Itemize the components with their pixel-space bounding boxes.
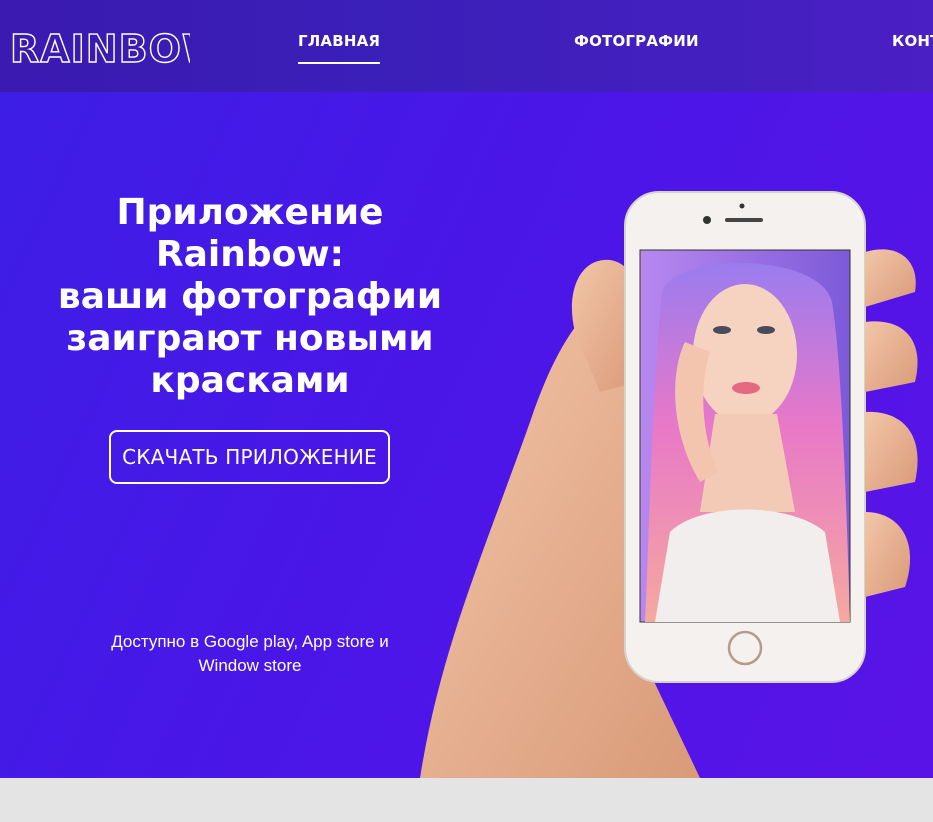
logo-text: RAINBOW [10,28,190,68]
phone-in-hand-illustration [420,191,918,778]
availability-line: Window store [198,656,302,675]
nav-photos[interactable]: ФОТОГРАФИИ [574,32,699,50]
site-header: RAINBOW ГЛАВНАЯ ФОТОГРАФИИ КОНТАКТЫ [0,0,933,92]
footer-band [0,778,933,822]
availability-line: Доступно в Google play, App store и [111,632,389,651]
nav-contacts[interactable]: КОНТАКТЫ [892,32,933,50]
availability-text: Доступно в Google play, App store и Wind… [60,630,440,678]
rainbow-logo-icon[interactable]: RAINBOW [10,28,190,68]
hero-section: Приложение Rainbow: ваши фотографии заиг… [0,92,933,778]
nav-home[interactable]: ГЛАВНАЯ [298,32,381,64]
download-app-button[interactable]: СКАЧАТЬ ПРИЛОЖЕНИЕ [109,430,390,484]
